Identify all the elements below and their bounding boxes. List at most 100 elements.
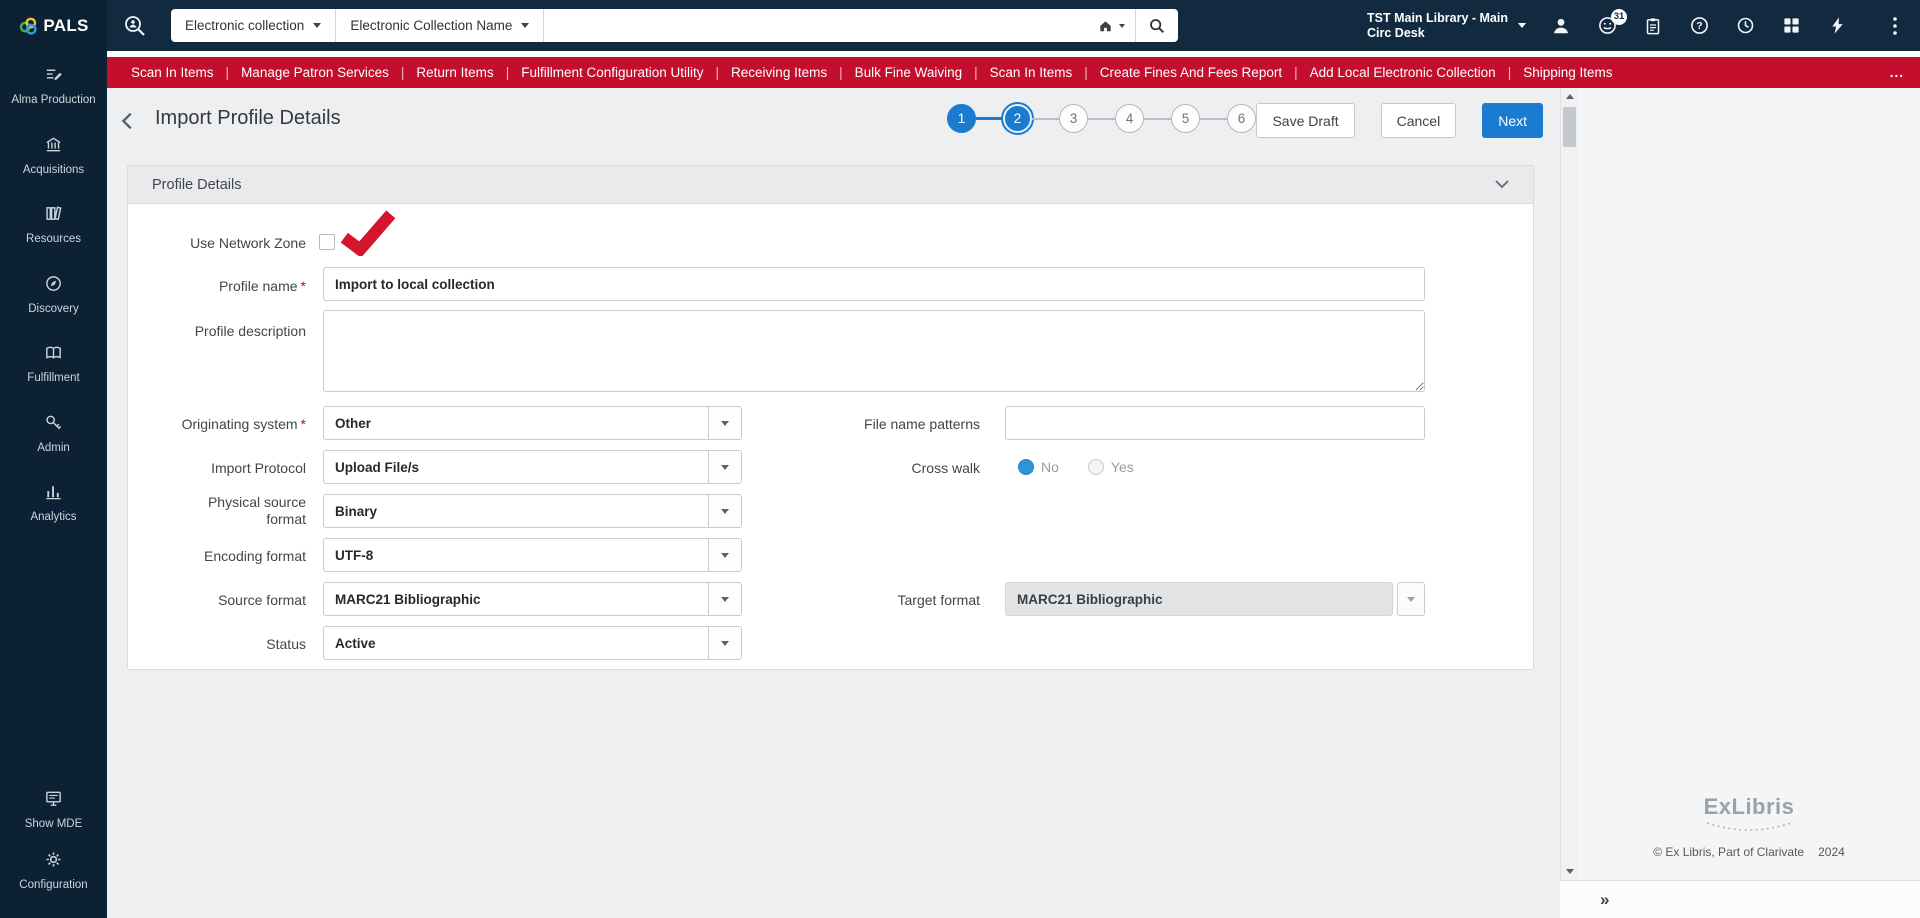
quick-link[interactable]: Receiving Items [704,65,827,80]
pals-logo[interactable]: PALS [0,0,107,51]
scroll-up-arrow[interactable] [1561,88,1578,105]
search-submit-button[interactable] [1136,9,1178,42]
quick-links-bar: Scan In Items Manage Patron Services Ret… [107,57,1920,88]
sidebar-item-label: Admin [37,441,70,454]
originating-system-dropdown[interactable]: Other [323,406,742,440]
sidebar-item-discovery[interactable]: Discovery [0,274,107,317]
alma-application: Electronic collection Electronic Collect… [0,0,1920,918]
quick-links-more-button[interactable]: ... [1878,65,1904,80]
quick-actions-lightning-icon[interactable] [1826,15,1848,37]
sidebar-bottom-nav: Show MDE Configuration [0,789,107,910]
apps-grid-icon[interactable] [1780,15,1802,37]
help-icon[interactable]: ? [1688,15,1710,37]
chevron-down-icon [313,23,322,28]
feedback-icon[interactable]: 31 [1596,8,1627,37]
import-protocol-dropdown[interactable]: Upload File/s [323,450,742,484]
sidebar-item-label: Discovery [28,302,79,315]
current-location-selector[interactable]: TST Main Library - Main Circ Desk [1367,11,1526,41]
cross-walk-yes-radio[interactable] [1087,459,1104,475]
quick-link[interactable]: Scan In Items [962,65,1073,80]
collapse-chevron-icon[interactable] [1495,180,1509,189]
sidebar-item-admin[interactable]: Admin [0,413,107,456]
target-format-dropdown-disabled: MARC21 Bibliographic [1005,582,1393,616]
dropdown-toggle-button[interactable] [1397,582,1425,616]
use-network-zone-label: Use Network Zone [190,235,306,251]
wizard-connector [1032,117,1059,120]
sidebar-item-configuration[interactable]: Configuration [0,850,107,893]
search-input[interactable] [544,9,1087,42]
dropdown-toggle-button[interactable] [708,627,741,659]
scroll-down-arrow[interactable] [1561,863,1578,880]
tasks-clipboard-icon[interactable] [1642,15,1664,37]
quick-link[interactable]: Return Items [389,65,493,80]
wizard-step-5[interactable]: 5 [1171,104,1200,133]
triangle-down-icon [1565,869,1574,874]
wizard-connector [976,117,1003,120]
quick-link[interactable]: Fulfillment Configuration Utility [494,65,703,80]
sidebar-item-label: Fulfillment [27,372,80,384]
quick-link[interactable]: Scan In Items [131,65,214,80]
quick-link[interactable]: Bulk Fine Waiving [827,65,963,80]
use-network-zone-checkbox[interactable] [319,234,335,250]
profile-details-panel-header[interactable]: Profile Details [128,166,1533,204]
vertical-scrollbar[interactable] [1560,88,1578,880]
wizard-connector [1200,117,1227,120]
panel-title: Profile Details [152,176,242,193]
quick-link[interactable]: Manage Patron Services [214,65,389,80]
exlibris-logo: ExLibris [1578,794,1920,839]
dropdown-toggle-button[interactable] [708,495,741,527]
dropdown-toggle-button[interactable] [708,451,741,483]
quick-link[interactable]: Add Local Electronic Collection [1282,65,1496,80]
wizard-step-3[interactable]: 3 [1059,104,1088,133]
dropdown-toggle-button[interactable] [708,407,741,439]
encoding-format-dropdown[interactable]: UTF-8 [323,538,742,572]
status-dropdown[interactable]: Active [323,626,742,660]
profile-name-input[interactable] [323,267,1425,301]
chevron-down-icon [721,420,729,426]
wizard-step-6[interactable]: 6 [1227,104,1256,133]
wizard-step-2-active[interactable]: 2 [1003,104,1032,133]
wizard-step-4[interactable]: 4 [1115,104,1144,133]
user-icon[interactable] [1550,15,1572,37]
home-scope-button[interactable] [1087,9,1135,42]
page-action-buttons: Save Draft Cancel Next [1256,103,1543,138]
persistent-search-icon[interactable] [122,13,148,39]
profile-description-label: Profile description [194,323,306,339]
resources-icon [44,204,63,228]
search-scope-dropdown-name[interactable]: Electronic Collection Name [336,9,545,42]
header-actions: TST Main Library - Main Circ Desk 31 ? [1367,0,1906,51]
source-format-dropdown[interactable]: MARC21 Bibliographic [323,582,742,616]
home-icon [1100,20,1111,31]
file-name-patterns-input[interactable] [1005,406,1425,440]
physical-source-format-dropdown[interactable]: Binary [323,494,742,528]
annotation-checkmark [340,210,396,256]
quick-link[interactable]: Create Fines And Fees Report [1072,65,1282,80]
sidebar-item-fulfillment[interactable]: Fulfillment [0,343,107,386]
more-menu-icon[interactable] [1884,15,1906,37]
chevron-left-icon [121,112,132,130]
dropdown-toggle-button[interactable] [708,583,741,615]
sidebar-item-alma-production[interactable]: Alma Production [0,65,107,108]
sidebar-item-acquisitions[interactable]: Acquisitions [0,135,107,178]
cross-walk-no-radio[interactable] [1018,459,1034,475]
search-scope-dropdown-type[interactable]: Electronic collection [171,9,337,42]
sidebar-item-show-mde[interactable]: Show MDE [0,789,107,832]
exlibris-logo-text: ExLibris [1703,794,1795,819]
back-button[interactable] [117,110,139,137]
cancel-button[interactable]: Cancel [1380,103,1457,138]
quick-link[interactable]: Shipping Items [1496,65,1612,80]
save-draft-button[interactable]: Save Draft [1256,103,1355,138]
current-location-text: TST Main Library - Main Circ Desk [1367,10,1508,40]
profile-description-textarea[interactable] [323,310,1425,392]
recent-history-icon[interactable] [1734,15,1756,37]
wizard-steps: 1 2 3 4 5 6 [947,104,1256,133]
expand-panel-icon[interactable]: » [1600,890,1609,910]
sidebar-item-resources[interactable]: Resources [0,204,107,247]
scrollbar-thumb[interactable] [1563,107,1576,147]
search-scope-label: Electronic Collection Name [350,18,513,33]
analytics-icon [44,482,63,506]
dropdown-toggle-button[interactable] [708,539,741,571]
wizard-step-1[interactable]: 1 [947,104,976,133]
next-button[interactable]: Next [1482,103,1543,138]
sidebar-item-analytics[interactable]: Analytics [0,482,107,525]
